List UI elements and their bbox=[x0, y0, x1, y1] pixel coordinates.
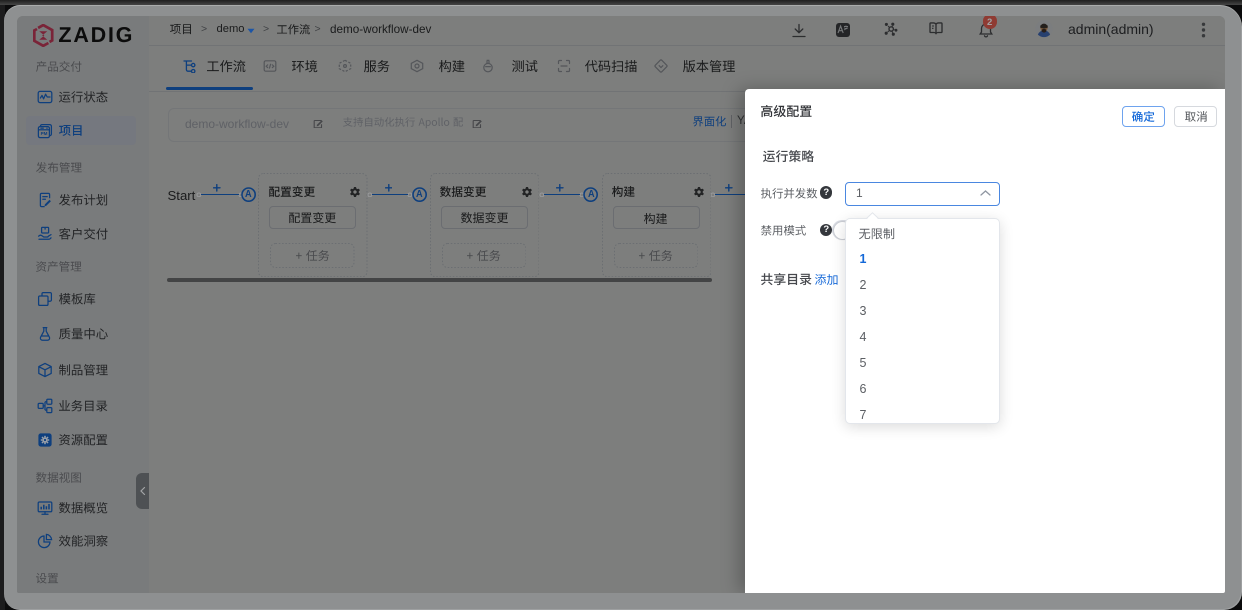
svg-text:PM: PM bbox=[40, 130, 47, 135]
